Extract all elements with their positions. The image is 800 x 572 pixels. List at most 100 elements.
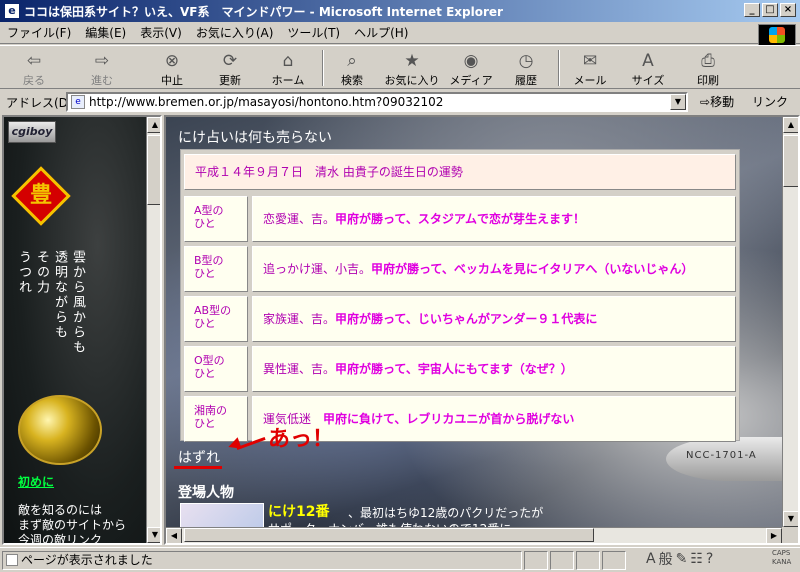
favorites-button[interactable]: ★ お気に入り xyxy=(382,48,442,88)
scroll-right-arrow-icon[interactable]: ▶ xyxy=(766,528,782,543)
scroll-up-arrow-icon[interactable]: ▲ xyxy=(147,117,160,133)
table-row: B型の ひと 追っかけ運、小吉。甲府が勝って、ベッカムを見にイタリアへ（いないじゃ… xyxy=(184,246,736,292)
refresh-icon: ⟳ xyxy=(222,51,238,71)
menu-file[interactable]: ファイル(F) xyxy=(0,24,78,41)
gold-emblem-image[interactable] xyxy=(18,395,102,465)
blood-type-cell: 湘南の ひと xyxy=(184,396,248,442)
font-size-icon: A xyxy=(642,51,654,71)
menu-bar: ファイル(F) 編集(E) 表示(V) お気に入り(A) ツール(T) ヘルプ(… xyxy=(0,22,800,44)
forward-arrow-icon: ⇨ xyxy=(94,51,110,71)
table-row: AB型の ひと 家族運、吉。甲府が勝って、じいちゃんがアンダー９１代表に xyxy=(184,296,736,342)
table-row: A型の ひと 恋愛運、吉。甲府が勝って、スタジアムで恋が芽生えます！ xyxy=(184,196,736,242)
status-main-pane: ページが表示されました xyxy=(2,551,522,570)
fortune-text-cell: 追っかけ運、小吉。甲府が勝って、ベッカムを見にイタリアへ（いないじゃん） xyxy=(252,246,736,292)
go-button[interactable]: ⇨移動 xyxy=(700,93,734,110)
main-frame: NCC-1701-A にけ占いは何も売らない 平成１４年９月７日 清水 由貴子の… xyxy=(164,115,800,545)
back-button[interactable]: ⇦ 戻る xyxy=(14,48,54,88)
toolbar-separator xyxy=(558,50,560,86)
table-row: 湘南の ひと 運気低迷 甲府に負けて、レブリカユニが首から脱げない xyxy=(184,396,736,442)
ime-tool-icon[interactable]: ☷ xyxy=(690,551,703,567)
size-button[interactable]: A サイズ xyxy=(628,48,668,88)
forward-button[interactable]: ⇨ 進む xyxy=(82,48,122,88)
scroll-down-arrow-icon[interactable]: ▼ xyxy=(783,511,798,527)
poem-column: 透明ながらも xyxy=(52,250,67,340)
date-line: 平成１４年９月７日 清水 由貴子の誕生日の運勢 xyxy=(184,154,736,190)
window-title: ココは保田系サイト？いえ、VF系 マインドパワー - Microsoft Int… xyxy=(24,4,503,19)
scroll-up-arrow-icon[interactable]: ▲ xyxy=(783,117,798,133)
hazure-label: はずれ xyxy=(178,450,220,466)
ime-toolbar[interactable]: A 般 ✎ ☷ ? xyxy=(646,549,713,569)
poem-column: うつれ xyxy=(16,250,31,295)
mail-button[interactable]: ✉ メール xyxy=(568,48,612,88)
fortune-text-cell: 恋愛運、吉。甲府が勝って、スタジアムで恋が芽生えます！ xyxy=(252,196,736,242)
blood-type-cell: O型の ひと xyxy=(184,346,248,392)
ime-pad-icon[interactable]: ✎ xyxy=(676,551,688,567)
toolbar-separator xyxy=(322,50,324,86)
scroll-down-arrow-icon[interactable]: ▼ xyxy=(147,527,160,543)
history-icon: ◷ xyxy=(518,51,534,71)
scrollbar-corner xyxy=(782,527,798,543)
search-icon: ⌕ xyxy=(347,51,357,71)
ie-icon: e xyxy=(4,3,20,19)
media-icon: ◉ xyxy=(463,51,479,71)
address-bar: アドレス(D) e http://www.bremen.or.jp/masayo… xyxy=(0,90,800,114)
blood-type-cell: A型の ひと xyxy=(184,196,248,242)
poem-column: 雲から風からも xyxy=(70,250,85,355)
status-pane xyxy=(550,551,574,570)
menu-edit[interactable]: 編集(E) xyxy=(78,24,133,41)
caps-kana-indicator: CAPS KANA xyxy=(772,549,792,566)
menu-favorites[interactable]: お気に入り(A) xyxy=(189,24,281,41)
refresh-button[interactable]: ⟳ 更新 xyxy=(210,48,250,88)
address-dropdown-icon[interactable]: ▼ xyxy=(670,94,686,110)
hajimeni-link[interactable]: 初めに xyxy=(18,473,54,490)
characters-heading: 登場人物 xyxy=(178,485,234,501)
address-input[interactable]: e http://www.bremen.or.jp/masayosi/honto… xyxy=(66,92,688,112)
menu-view[interactable]: 表示(V) xyxy=(133,24,189,41)
page-icon: e xyxy=(71,95,85,109)
status-pane xyxy=(576,551,600,570)
ship-registry: NCC-1701-A xyxy=(686,450,757,461)
close-button[interactable]: × xyxy=(780,3,796,17)
status-pane xyxy=(524,551,548,570)
address-url[interactable]: http://www.bremen.or.jp/masayosi/hontono… xyxy=(89,95,443,109)
back-arrow-icon: ⇦ xyxy=(26,51,42,71)
main-vertical-scrollbar[interactable]: ▲ ▼ xyxy=(782,117,798,527)
standard-toolbar: ⇦ 戻る ⇨ 進む ⊗ 中止 ⟳ 更新 ⌂ ホーム ⌕ 検索 ★ お気に入り ◉… xyxy=(0,45,800,89)
scroll-left-arrow-icon[interactable]: ◀ xyxy=(166,528,182,543)
enemy-site-text: 敵を知るのには まず敵のサイトから 今週の敵リンク xyxy=(18,503,127,545)
left-scrollbar[interactable]: ▲ ▼ xyxy=(146,117,160,543)
home-icon: ⌂ xyxy=(282,51,294,71)
scroll-thumb[interactable] xyxy=(184,528,594,542)
stop-button[interactable]: ⊗ 中止 xyxy=(152,48,192,88)
stop-icon: ⊗ xyxy=(164,51,180,71)
cgiboy-logo[interactable]: cgiboy xyxy=(8,121,56,143)
fortune-text-cell: 家族運、吉。甲府が勝って、じいちゃんがアンダー９１代表に xyxy=(252,296,736,342)
windows-logo-icon xyxy=(758,24,796,46)
home-button[interactable]: ⌂ ホーム xyxy=(266,48,310,88)
status-pane xyxy=(602,551,626,570)
table-row: O型の ひと 異性運、吉。甲府が勝って、宇宙人にもてます（なぜ？） xyxy=(184,346,736,392)
ime-mode-icon[interactable]: A xyxy=(646,551,656,567)
search-button[interactable]: ⌕ 検索 xyxy=(332,48,372,88)
poem-column: その力 xyxy=(34,250,49,295)
media-button[interactable]: ◉ メディア xyxy=(446,48,496,88)
print-button[interactable]: ⎙ 印刷 xyxy=(688,48,728,88)
window-titlebar[interactable]: e ココは保田系サイト？いえ、VF系 マインドパワー - Microsoft I… xyxy=(0,0,800,22)
red-underline xyxy=(174,466,222,469)
character-name: にけ12番 xyxy=(268,504,330,520)
ime-input-icon[interactable]: 般 xyxy=(659,549,673,569)
mail-icon: ✉ xyxy=(582,51,598,71)
menu-tools[interactable]: ツール(T) xyxy=(280,24,347,41)
links-button[interactable]: リンク xyxy=(752,93,788,110)
status-text: ページが表示されました xyxy=(21,553,153,567)
scroll-thumb[interactable] xyxy=(783,135,798,187)
menu-help[interactable]: ヘルプ(H) xyxy=(347,24,415,41)
fortune-table: 平成１４年９月７日 清水 由貴子の誕生日の運勢 A型の ひと 恋愛運、吉。甲府が勝… xyxy=(180,149,740,442)
maximize-button[interactable]: □ xyxy=(762,3,778,17)
history-button[interactable]: ◷ 履歴 xyxy=(506,48,546,88)
minimize-button[interactable]: _ xyxy=(744,3,760,17)
favorites-icon: ★ xyxy=(404,51,420,71)
ime-help-icon[interactable]: ? xyxy=(706,551,713,567)
main-horizontal-scrollbar[interactable]: ◀ ▶ xyxy=(166,527,782,543)
scroll-thumb[interactable] xyxy=(147,135,160,205)
